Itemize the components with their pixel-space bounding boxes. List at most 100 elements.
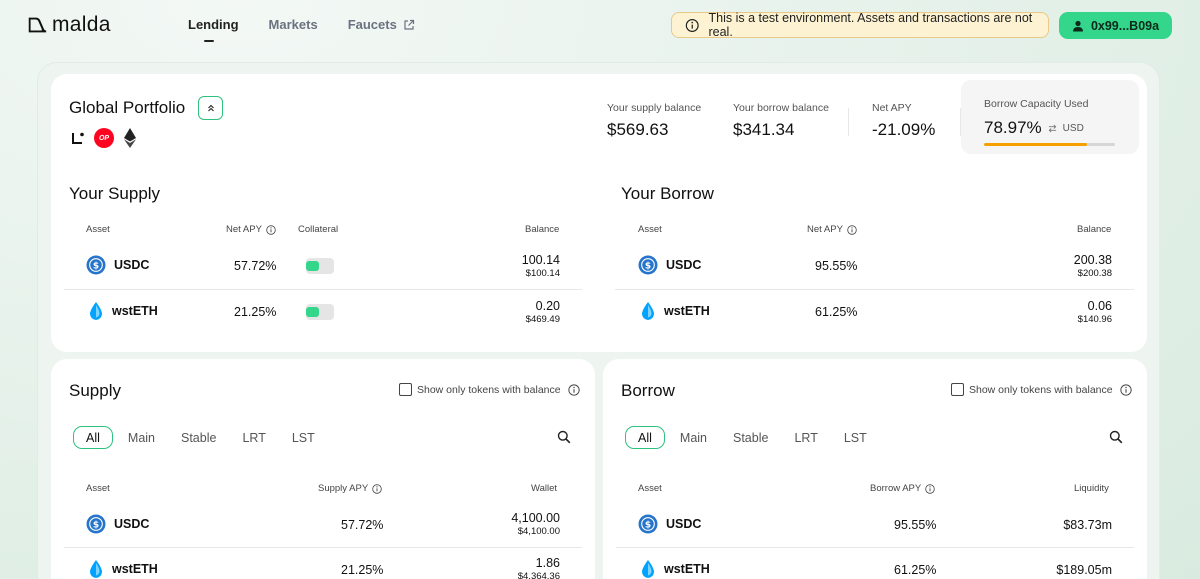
nav-faucets-label: Faucets xyxy=(347,17,397,32)
row-divider xyxy=(616,547,1134,548)
supply-balance-value: $569.63 xyxy=(607,120,669,139)
your-borrow-title: Your Borrow xyxy=(621,184,714,203)
balance-amount: 0.20 xyxy=(535,299,560,313)
svg-text:$: $ xyxy=(93,520,99,530)
balance-amount: 200.38 xyxy=(1073,253,1112,267)
malda-logo[interactable]: malda xyxy=(26,13,111,37)
borrow-capacity-unit[interactable]: USD xyxy=(1063,123,1084,134)
col-header-net-apy: Net APY xyxy=(807,224,857,235)
nav-faucets[interactable]: Faucets xyxy=(348,17,415,32)
table-row-asset[interactable]: $ USDC xyxy=(638,514,701,534)
borrow-tabs: All Main Stable LRT LST xyxy=(625,426,880,449)
stat-divider xyxy=(848,108,849,136)
asset-name: USDC xyxy=(666,517,702,531)
balance-filter-checkbox[interactable]: Show only tokens with balance xyxy=(399,383,580,396)
col-header-net-apy: Net APY xyxy=(226,224,276,235)
main-nav: Lending Markets Faucets xyxy=(188,17,415,42)
wallet-usd: $4,364.36 xyxy=(517,571,560,579)
borrow-balance-stat: Your borrow balance $341.34 xyxy=(733,102,829,140)
top-bar: malda Lending Markets Faucets This is a … xyxy=(0,0,1200,52)
info-icon[interactable] xyxy=(266,224,276,235)
collapse-portfolio-button[interactable] xyxy=(198,96,223,120)
tab-all[interactable]: All xyxy=(73,426,113,449)
svg-text:$: $ xyxy=(93,261,99,271)
liquidity-cell: $83.73m xyxy=(1063,518,1112,532)
nav-lending[interactable]: Lending xyxy=(188,17,239,42)
wallet-cell: 4,100.00 $4,100.00 xyxy=(511,511,560,537)
net-apy-cell: 95.55% xyxy=(815,259,858,273)
nav-lending-label: Lending xyxy=(188,17,239,32)
info-icon[interactable] xyxy=(567,383,580,396)
tab-main[interactable]: Main xyxy=(667,426,720,449)
borrow-capacity-box: Borrow Capacity Used 78.97% USD xyxy=(961,80,1139,154)
portfolio-title: Global Portfolio xyxy=(69,98,186,117)
info-icon[interactable] xyxy=(1119,383,1132,396)
info-icon[interactable] xyxy=(925,483,935,494)
search-icon[interactable] xyxy=(1109,430,1123,444)
net-apy-label: Net APY xyxy=(872,102,912,114)
asset-name: USDC xyxy=(114,517,150,531)
tab-lst[interactable]: LST xyxy=(279,426,328,449)
brand-name: malda xyxy=(52,13,111,36)
balance-usd: $140.96 xyxy=(1077,314,1112,325)
table-row-asset[interactable]: wstETH xyxy=(640,559,710,579)
borrow-balance-label: Your borrow balance xyxy=(733,102,829,114)
nav-markets[interactable]: Markets xyxy=(269,17,318,32)
tab-main[interactable]: Main xyxy=(115,426,168,449)
tab-lst[interactable]: LST xyxy=(831,426,880,449)
table-row-asset[interactable]: wstETH xyxy=(88,559,158,579)
wallet-cell: 1.86 $4,364.36 xyxy=(518,556,560,579)
borrow-apy-cell: 95.55% xyxy=(894,518,937,532)
wallet-amount: 1.86 xyxy=(535,556,560,570)
col-header-wallet: Wallet xyxy=(531,483,558,494)
optimism-icon-text: OP xyxy=(98,134,110,142)
search-icon[interactable] xyxy=(557,430,571,444)
wallet-address-button[interactable]: 0x99...B09a xyxy=(1059,12,1172,39)
borrow-title: Borrow xyxy=(621,381,675,400)
asset-name: wstETH xyxy=(664,304,710,318)
collateral-toggle[interactable] xyxy=(306,258,334,274)
net-apy-cell: 57.72% xyxy=(234,259,277,273)
linea-icon[interactable] xyxy=(71,131,85,145)
info-icon[interactable] xyxy=(847,224,857,235)
tab-lrt[interactable]: LRT xyxy=(229,426,278,449)
borrow-capacity-bar-fill xyxy=(984,143,1088,146)
table-row-asset[interactable]: $ USDC xyxy=(86,514,149,534)
usdc-icon: $ xyxy=(638,255,658,275)
col-header-borrow-apy-label: Borrow APY xyxy=(870,483,922,494)
tab-all[interactable]: All xyxy=(625,426,665,449)
malda-logo-icon xyxy=(28,17,47,33)
list-item-asset[interactable]: $ USDC xyxy=(86,255,149,275)
checkbox[interactable] xyxy=(951,383,964,396)
col-header-net-apy-label: Net APY xyxy=(226,224,262,235)
balance-filter-checkbox[interactable]: Show only tokens with balance xyxy=(951,383,1132,396)
info-icon[interactable] xyxy=(372,483,382,494)
swap-arrows-icon[interactable] xyxy=(1048,124,1057,133)
tab-stable[interactable]: Stable xyxy=(720,426,781,449)
borrow-capacity-label: Borrow Capacity Used xyxy=(984,98,1089,110)
tab-stable[interactable]: Stable xyxy=(168,426,229,449)
asset-name: USDC xyxy=(666,258,702,272)
chevrons-up-icon xyxy=(207,104,214,112)
tab-lrt[interactable]: LRT xyxy=(781,426,830,449)
checkbox[interactable] xyxy=(399,383,412,396)
list-item-asset[interactable]: $ USDC xyxy=(638,255,701,275)
col-header-supply-apy-label: Supply APY xyxy=(318,483,369,494)
balance-cell: 200.38 $200.38 xyxy=(1074,253,1112,279)
col-header-collateral: Collateral xyxy=(298,224,339,235)
filter-label: Show only tokens with balance xyxy=(417,383,561,396)
list-item-asset[interactable]: wstETH xyxy=(88,301,158,321)
collateral-toggle[interactable] xyxy=(306,304,334,320)
borrow-apy-cell: 61.25% xyxy=(894,563,937,577)
ethereum-icon[interactable] xyxy=(123,128,137,148)
row-divider xyxy=(64,289,582,290)
toggle-knob xyxy=(306,307,319,317)
supply-tabs: All Main Stable LRT LST xyxy=(73,426,328,449)
balance-cell: 100.14 $100.14 xyxy=(522,253,560,279)
wsteth-icon xyxy=(642,302,654,320)
list-item-asset[interactable]: wstETH xyxy=(640,301,710,321)
info-icon xyxy=(685,18,699,32)
optimism-icon[interactable]: OP xyxy=(94,128,114,148)
wsteth-icon xyxy=(642,560,654,578)
borrow-capacity-value-row: 78.97% USD xyxy=(984,118,1084,138)
